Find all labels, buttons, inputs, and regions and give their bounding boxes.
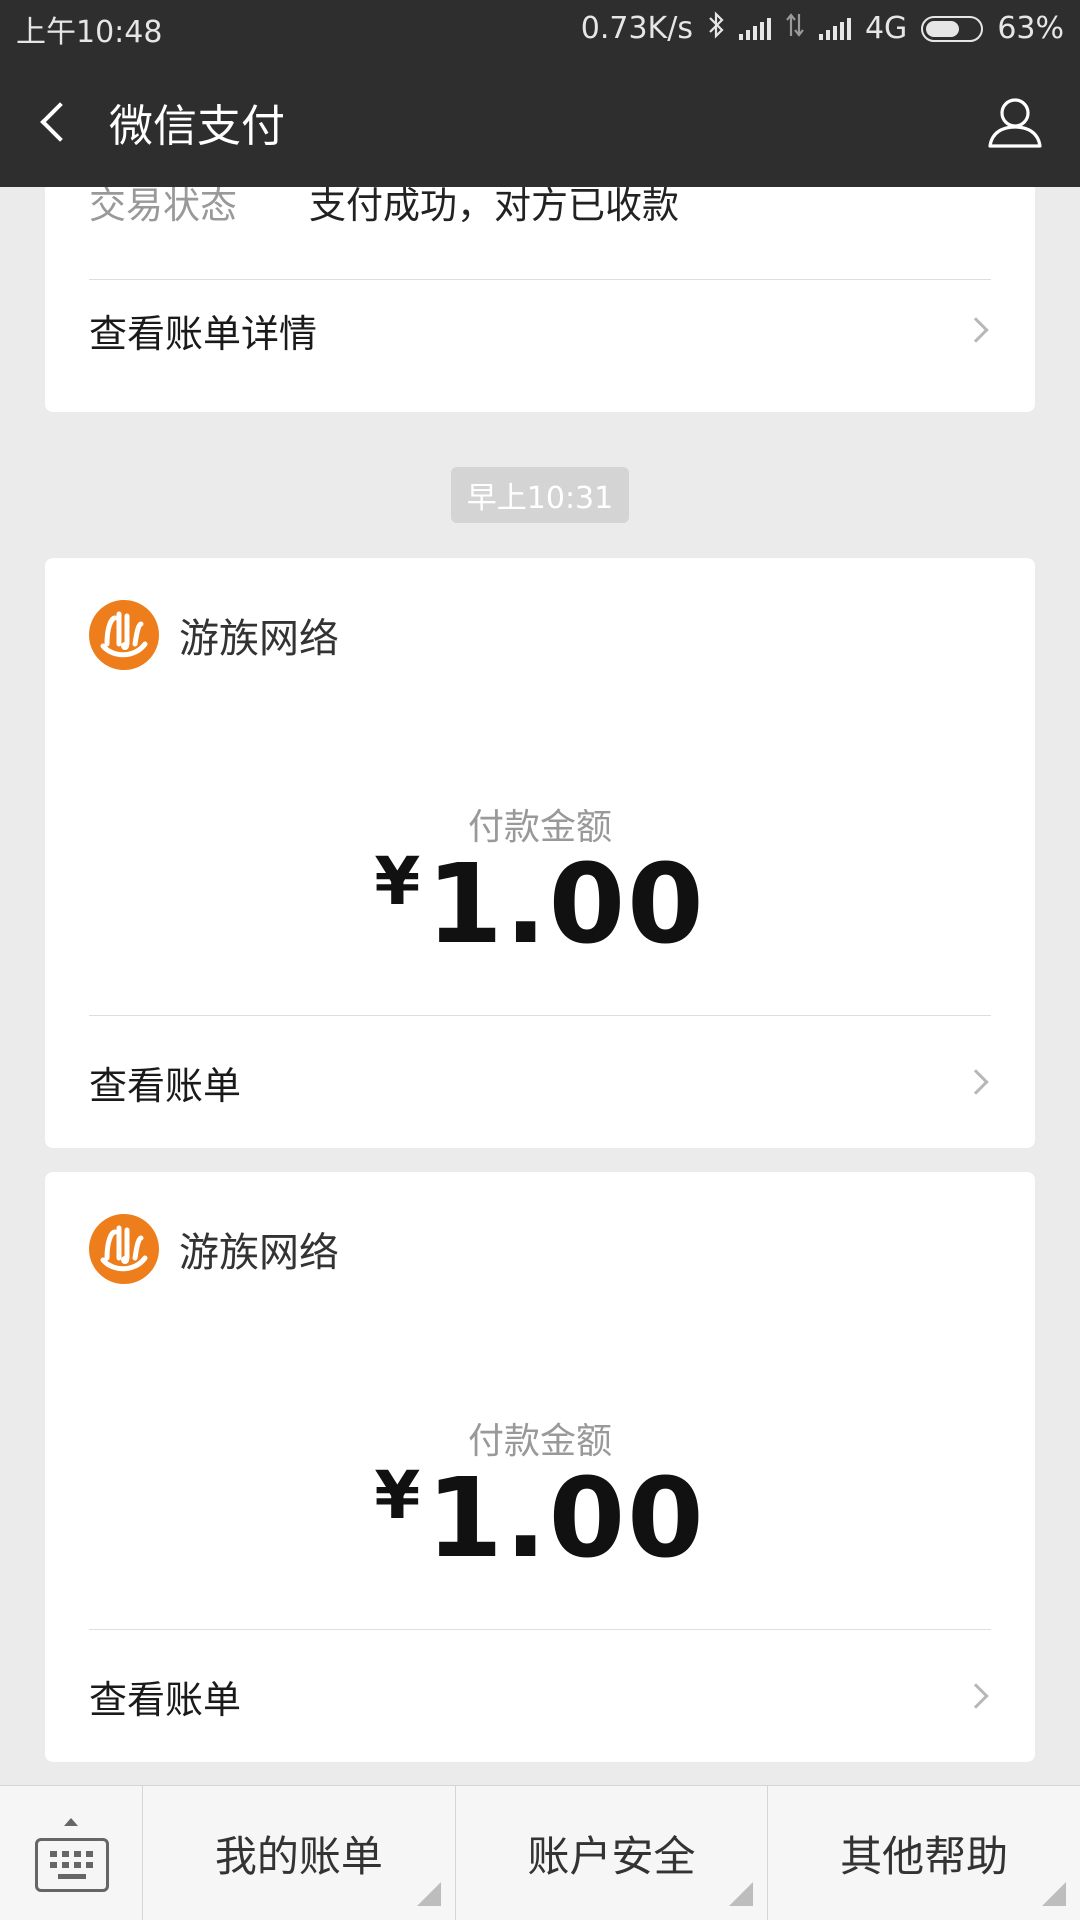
page-title: 微信支付 [109,101,285,152]
back-button[interactable] [5,57,105,187]
data-transfer-icon [785,11,805,46]
expand-up-icon [64,1818,78,1826]
payment-card: 游族网络 付款金额 ¥1.00 查看账单 [45,1172,1035,1762]
chevron-right-icon [963,317,989,343]
currency-symbol: ¥ [374,843,423,920]
network-type: 4G [864,11,908,46]
payment-amount: ¥1.00 [45,1454,1035,1582]
chevron-right-icon [963,1683,989,1709]
chevron-left-icon [40,102,80,142]
timestamp-badge: 早上10:31 [451,467,629,523]
status-indicators: 0.73K/s 4G 63% [580,10,1064,47]
currency-symbol: ¥ [374,1457,423,1534]
status-time: 上午10:48 [16,14,163,50]
submenu-indicator-icon [1042,1882,1067,1906]
keyboard-toggle-button[interactable] [0,1786,143,1920]
submenu-indicator-icon [729,1882,754,1906]
net-speed: 0.73K/s [580,11,693,46]
view-bill-link[interactable]: 查看账单 [89,1630,991,1762]
tab-my-bills-label: 我的账单 [214,1831,383,1881]
profile-button[interactable] [960,57,1070,187]
battery-percent: 63% [997,11,1064,46]
tab-my-bills[interactable]: 我的账单 [143,1786,456,1920]
view-bill-details-label: 查看账单详情 [89,311,318,356]
status-bar: 上午10:48 0.73K/s 4G 63% [0,0,1080,57]
submenu-indicator-icon [416,1882,441,1906]
bluetooth-icon [707,10,725,47]
keyboard-icon [35,1838,109,1892]
signal-icon-2 [818,17,851,40]
tab-account-security-label: 账户安全 [527,1831,696,1881]
battery-icon [921,15,984,42]
view-bill-link[interactable]: 查看账单 [89,1016,991,1148]
title-bar: 微信支付 [0,57,1080,187]
user-icon [988,98,1042,148]
amount-value: 1.00 [426,840,706,968]
tab-other-help[interactable]: 其他帮助 [768,1786,1080,1920]
view-bill-details-link[interactable]: 查看账单详情 [89,280,991,380]
payment-amount: ¥1.00 [45,840,1035,968]
tab-account-security[interactable]: 账户安全 [456,1786,769,1920]
signal-icon [738,17,771,40]
bottom-menu-bar: 我的账单 账户安全 其他帮助 [0,1785,1080,1920]
merchant-name: 游族网络 [179,616,339,662]
merchant-header: 游族网络 [89,600,339,670]
tab-other-help-label: 其他帮助 [840,1831,1009,1881]
payment-card: 游族网络 付款金额 ¥1.00 查看账单 [45,558,1035,1148]
chevron-right-icon [963,1069,989,1095]
merchant-header: 游族网络 [89,1214,339,1284]
merchant-logo-icon [89,1214,159,1284]
merchant-logo-icon [89,600,159,670]
amount-value: 1.00 [426,1454,706,1582]
view-bill-label: 查看账单 [89,1677,242,1722]
view-bill-label: 查看账单 [89,1063,242,1108]
merchant-name: 游族网络 [179,1230,339,1276]
